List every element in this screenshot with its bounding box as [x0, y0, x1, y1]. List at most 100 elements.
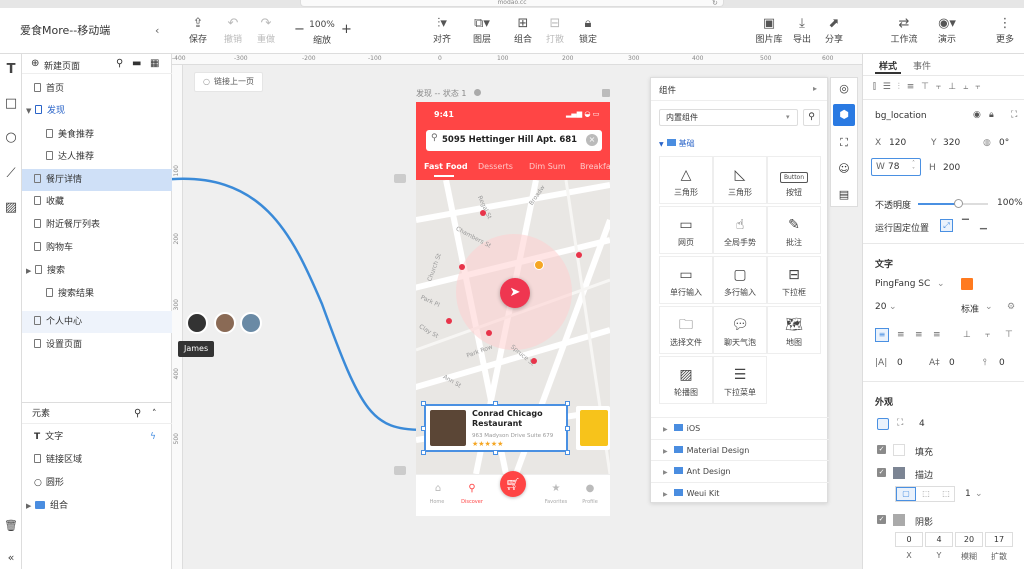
- shadow-blur-field[interactable]: 20: [955, 532, 983, 547]
- project-title[interactable]: 爱食More--移动端: [20, 8, 110, 54]
- stroke-solid-icon[interactable]: ▢: [896, 487, 916, 501]
- nav-favorites[interactable]: Favorites: [540, 499, 572, 505]
- caret-right-icon[interactable]: ▶: [26, 260, 35, 282]
- align-right-icon[interactable]: ≡: [915, 330, 923, 340]
- resize-handle[interactable]: [493, 401, 498, 406]
- screen-flag-icon[interactable]: [602, 89, 610, 97]
- share-button[interactable]: ⬈ 分享: [814, 16, 854, 45]
- fixed-none-icon[interactable]: ⤢: [940, 219, 953, 232]
- chevron-down-icon[interactable]: ⌄: [889, 302, 897, 312]
- page-item[interactable]: 个人中心: [22, 311, 172, 333]
- search-bar[interactable]: ⚲ 5095 Hettinger Hill Apt. 681 ×: [426, 130, 602, 151]
- section-ios[interactable]: ▶ iOS: [651, 417, 829, 438]
- align-justify-icon[interactable]: ≡: [933, 330, 941, 340]
- layout-icon[interactable]: ▤: [837, 188, 851, 202]
- lock-button[interactable]: 🔒︎ 锁定: [568, 16, 608, 45]
- page-item[interactable]: 搜索结果: [22, 283, 172, 305]
- stroke-color-swatch[interactable]: [893, 467, 905, 479]
- circle-tool-icon[interactable]: ○: [3, 130, 19, 146]
- shadow-x-field[interactable]: 0: [895, 532, 923, 547]
- discover-pin-icon[interactable]: ⚲: [462, 483, 482, 494]
- page-item[interactable]: 收藏: [22, 191, 172, 213]
- page-item[interactable]: ▼ 发现: [22, 100, 172, 122]
- map-marker[interactable]: [446, 318, 452, 324]
- handle-icon[interactable]: [394, 174, 406, 183]
- page-item-selected[interactable]: 餐厅详情: [22, 169, 172, 191]
- url-field[interactable]: modao.cc: [300, 0, 724, 7]
- section-ant[interactable]: ▶ Ant Design: [651, 460, 829, 481]
- add-page-icon[interactable]: ⊕: [31, 58, 39, 69]
- opacity-value[interactable]: 100%: [997, 198, 1023, 208]
- x-field[interactable]: 120: [889, 138, 906, 148]
- component-map[interactable]: 🗺︎ 地图: [767, 306, 821, 354]
- font-weight-select[interactable]: 标准: [961, 302, 979, 315]
- expand-icon[interactable]: ▸: [813, 84, 817, 93]
- layer-button[interactable]: ⧉▾ 图层: [462, 16, 502, 45]
- search-icon[interactable]: ⚲: [134, 403, 141, 425]
- section-material[interactable]: ▶ Material Design: [651, 439, 829, 460]
- zoom-in-button[interactable]: +: [341, 22, 352, 37]
- resize-handle[interactable]: [565, 401, 570, 406]
- navigate-icon[interactable]: ➤: [500, 278, 530, 308]
- new-page-button[interactable]: 新建页面: [44, 59, 80, 72]
- save-button[interactable]: ⇪ 保存: [178, 16, 218, 45]
- font-family-select[interactable]: PingFang SC: [875, 279, 930, 289]
- chevron-left-icon[interactable]: ‹: [155, 8, 159, 54]
- nav-home[interactable]: Home: [422, 499, 452, 505]
- opacity-slider-knob[interactable]: [953, 199, 963, 208]
- gear-icon[interactable]: ⚙: [1007, 302, 1015, 312]
- resize-handle[interactable]: [421, 426, 426, 431]
- valign-bottom-icon[interactable]: ⊥: [963, 330, 971, 340]
- favorites-star-icon[interactable]: ★: [546, 483, 566, 494]
- trash-icon[interactable]: 🗑︎: [3, 518, 19, 534]
- search-icon[interactable]: ⚲: [803, 109, 820, 126]
- fixed-top-icon[interactable]: ▔: [959, 219, 972, 232]
- valign-middle-icon[interactable]: ⫟: [985, 330, 990, 340]
- component-triangle[interactable]: △ 三角形: [659, 156, 713, 204]
- chevron-down-icon[interactable]: ⌄: [975, 489, 983, 499]
- reload-icon[interactable]: ↻: [712, 0, 718, 7]
- line-height-field[interactable]: 0: [949, 358, 955, 368]
- handle-icon[interactable]: [394, 466, 406, 475]
- caret-right-icon[interactable]: ▶: [26, 495, 35, 517]
- align-left-icon[interactable]: ≡: [875, 328, 889, 342]
- font-size-field[interactable]: 20: [875, 302, 886, 312]
- workflow-button[interactable]: ⇄ 工作流: [884, 16, 924, 45]
- stroke-width-field[interactable]: 1: [965, 489, 971, 499]
- align-tools[interactable]: ⫿ ☰ ⫶ ≡ ⊤ ⫟ ⊥ ⫠ ⫟: [873, 82, 983, 92]
- avatar[interactable]: [240, 312, 262, 334]
- width-field[interactable]: W 78 ˄ ˅: [871, 158, 921, 176]
- component-file-picker[interactable]: 🗀︎ 选择文件: [659, 306, 713, 354]
- stepper-icon[interactable]: ˄ ˅: [912, 160, 915, 174]
- section-weui[interactable]: ▶ Weui Kit: [651, 482, 829, 503]
- more-button[interactable]: ⋮ 更多: [985, 16, 1024, 45]
- stroke-dotted-icon[interactable]: ⬚: [936, 487, 956, 501]
- zoom-control[interactable]: 100% 缩放: [302, 18, 342, 46]
- component-library-select[interactable]: 内置组件 ▾: [659, 109, 798, 126]
- resize-handle[interactable]: [421, 401, 426, 406]
- element-item[interactable]: T 文字 ϟ: [22, 426, 172, 448]
- shadow-spread-field[interactable]: 17: [985, 532, 1013, 547]
- height-field[interactable]: 200: [943, 163, 960, 173]
- align-button[interactable]: ⫶▾ 对齐: [422, 16, 462, 45]
- component-cube-icon[interactable]: ⬢: [833, 104, 855, 126]
- avatar[interactable]: [186, 312, 208, 334]
- map-marker[interactable]: [480, 210, 486, 216]
- resize-handle[interactable]: [565, 450, 570, 455]
- page-item[interactable]: 购物车: [22, 237, 172, 259]
- restaurant-card[interactable]: Conrad Chicago Restaurant 963 Madyson Dr…: [424, 404, 568, 452]
- element-name[interactable]: bg_location: [875, 111, 927, 121]
- profile-icon[interactable]: ●: [580, 483, 600, 494]
- stroke-checkbox[interactable]: ✓: [877, 468, 886, 477]
- component-gesture[interactable]: ☝ 全局手势: [713, 206, 767, 254]
- shadow-color-swatch[interactable]: [893, 514, 905, 526]
- page-item[interactable]: 达人推荐: [22, 146, 172, 168]
- phone-screen[interactable]: 9:41 ▂▄▆ ◒ ▭ ⚲ 5095 Hettinger Hill Apt. …: [416, 102, 610, 516]
- opacity-slider[interactable]: [918, 199, 988, 208]
- rectangle-tool-icon[interactable]: □: [3, 96, 19, 112]
- tab-dim-sum[interactable]: Dim Sum: [529, 162, 566, 171]
- tab-desserts[interactable]: Desserts: [478, 162, 513, 171]
- caret-down-icon[interactable]: ▼: [26, 100, 35, 122]
- home-icon[interactable]: ⌂: [428, 483, 448, 494]
- map-marker[interactable]: [531, 358, 537, 364]
